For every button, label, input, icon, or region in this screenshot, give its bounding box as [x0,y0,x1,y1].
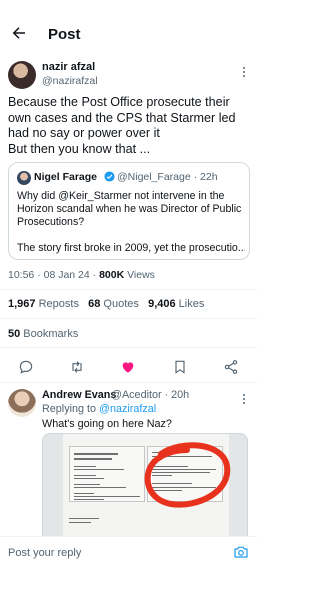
verified-badge-icon [104,171,115,182]
views-label: Views [124,269,155,281]
document-text-line [74,475,96,476]
quote-text-truncated: The story first broke in 2009, yet the p… [17,242,245,254]
replying-to: Replying to @nazirafzal [42,403,156,415]
top-bar: Post [0,0,257,60]
tweet-meta: 10:56 · 08 Jan 24 · 800K Views [8,269,155,281]
reply-composer: Post your reply [0,536,257,566]
quotes-label: Quotes [100,298,139,310]
document-text-line [74,499,104,500]
document-text-line [74,469,124,470]
repost-icon[interactable] [69,359,85,375]
tweet-text-line: own cases and the CPS that Starmer led [8,110,236,125]
author-handle[interactable]: @nazirafzal [42,75,98,87]
reply-input[interactable]: Post your reply [8,547,81,559]
quote-text-line: Why did @Keir_Starmer not intervene in t… [17,190,225,202]
quote-text: Why did @Keir_Starmer not intervene in t… [17,190,247,229]
replying-to-link[interactable]: @nazirafzal [99,403,156,415]
likes-label: Likes [175,298,205,310]
reply-author-handle[interactable]: @Aceditor · 20h [111,389,189,401]
document-text-line [74,458,112,460]
document-text-line [74,493,94,494]
likes-stat[interactable]: 9,406 Likes [148,298,204,310]
views-count: 800K [99,269,125,281]
likes-count: 9,406 [148,298,176,310]
divider [0,289,257,290]
reply-icon[interactable] [18,359,34,375]
heart-icon[interactable] [120,359,136,375]
quotes-count: 68 [88,298,101,310]
page-title: Post [48,26,81,43]
action-bar [0,350,257,382]
document-text-line [74,466,96,467]
tweet-text-line: had no say or power over it [8,126,160,140]
share-icon[interactable] [223,359,239,375]
document-text-line [74,484,100,485]
reply-text: What's going on here Naz? [42,418,172,430]
bookmarks-label: Bookmarks [20,328,79,340]
divider [0,318,257,319]
more-options-icon[interactable] [240,66,248,78]
document-text-line [69,522,91,523]
reply-attached-image[interactable] [42,433,248,543]
bookmarks-count: 50 [8,328,21,340]
quote-text-line: Horizon scandal when he was Director of … [17,203,242,215]
reposts-label: Reposts [35,298,79,310]
back-arrow-icon[interactable] [10,24,28,42]
author-name[interactable]: nazir afzal [42,61,95,73]
reposts-count: 1,967 [8,298,36,310]
divider [0,382,257,383]
document-text-line [74,478,104,479]
quote-author-handle: @Nigel_Farage · 22h [117,171,218,183]
document-left-panel [69,446,145,502]
quoted-tweet[interactable]: Nigel Farage @Nigel_Farage · 22h Why did… [8,162,250,260]
quote-text-line: Prosecutions? [17,216,85,228]
bottom-spacer [0,566,257,600]
more-options-icon[interactable] [240,393,248,405]
divider [0,347,257,348]
engagement-stats: 1,967 Reposts 68 Quotes 9,406 Likes [8,298,204,310]
reposts-stat[interactable]: 1,967 Reposts [8,298,79,310]
document-text-line [74,487,126,488]
quotes-stat[interactable]: 68 Quotes [88,298,139,310]
bookmarks-stat[interactable]: 50 Bookmarks [8,328,78,340]
bookmark-icon[interactable] [172,359,188,375]
tweet-text-line: But then you know that ... [8,141,151,156]
author-avatar[interactable] [8,61,36,89]
quote-avatar [17,171,31,185]
reply-author-name[interactable]: Andrew Evans [42,389,116,401]
reply-author-avatar[interactable] [8,389,36,417]
replying-prefix: Replying to [42,403,100,415]
red-circle-annotation [144,442,231,508]
tweet-text: Because the Post Office prosecute their … [8,95,252,157]
document-text-line [74,453,118,455]
document-text-line [69,518,99,519]
tweet-text-line: Because the Post Office prosecute their [8,95,230,109]
tweet-timestamp[interactable]: 10:56 · 08 Jan 24 · [8,269,99,281]
camera-icon[interactable] [233,544,249,560]
quote-author-name: Nigel Farage [34,171,98,183]
document-text-line [74,496,140,497]
